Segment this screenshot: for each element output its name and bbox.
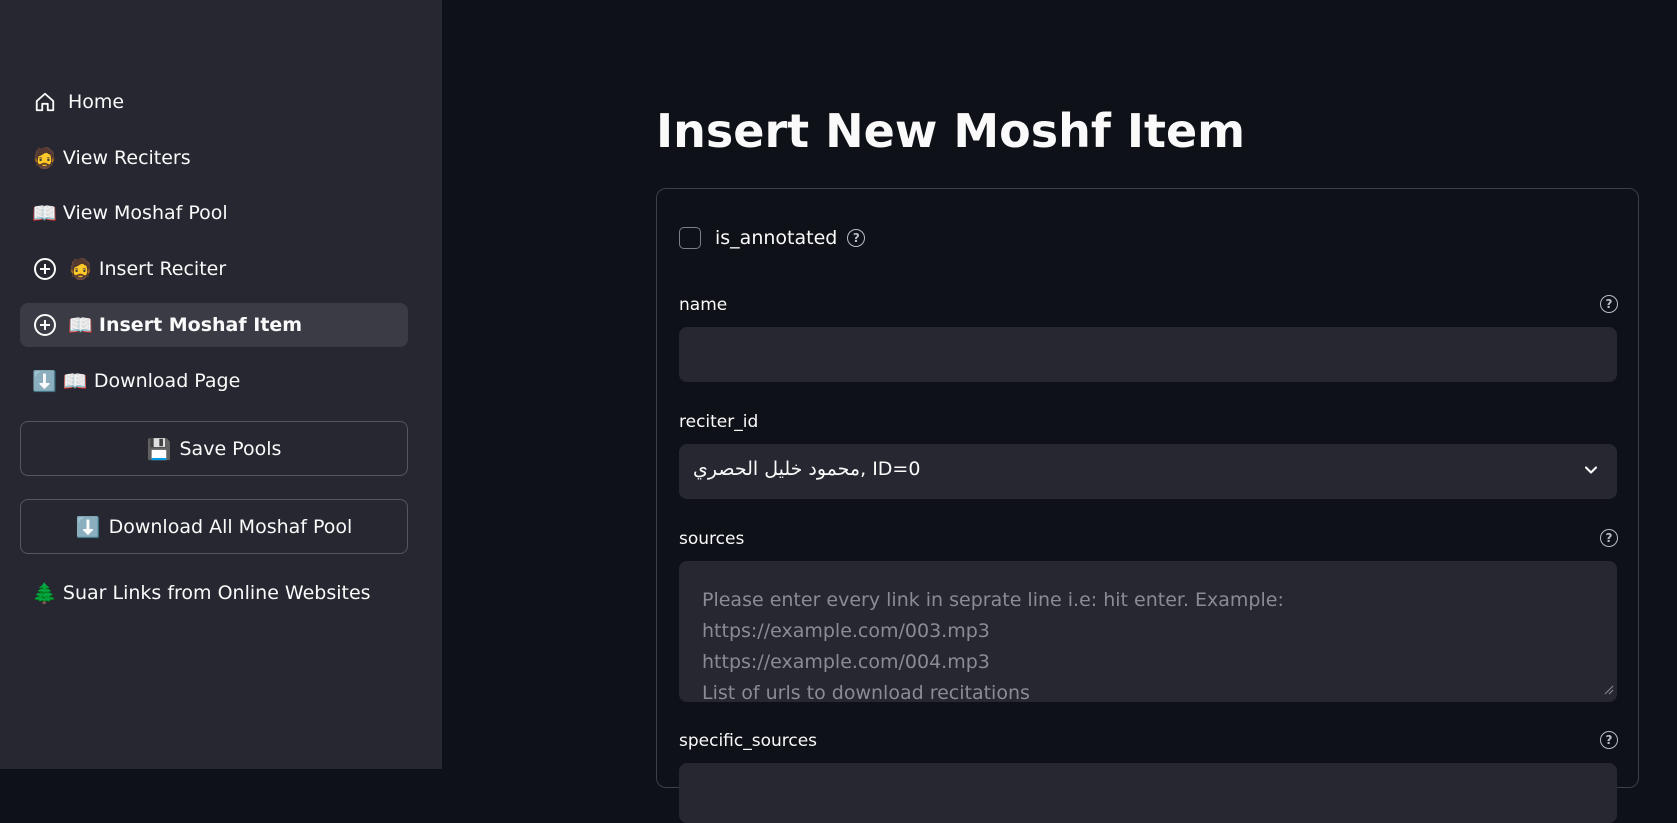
save-pools-label: Save Pools <box>179 437 282 460</box>
reciter-id-value: محمود خليل الحصري, ID=0 <box>693 458 921 480</box>
sidebar-item-label: View Reciters <box>62 147 191 169</box>
sidebar-item-insert-moshaf-item[interactable]: 📖 Insert Moshaf Item <box>20 303 408 347</box>
sidebar: Home 🧔 View Reciters 📖 View Moshaf Pool … <box>0 0 442 769</box>
specific-sources-input[interactable] <box>679 763 1617 823</box>
bearded-person-icon: 🧔 <box>32 146 57 170</box>
down-arrow-icon: ⬇️ <box>75 514 101 539</box>
home-icon <box>32 89 58 115</box>
download-all-label: Download All Moshaf Pool <box>108 515 353 538</box>
save-pools-button[interactable]: 💾 Save Pools <box>20 421 408 476</box>
help-icon[interactable]: ? <box>847 229 866 247</box>
sidebar-item-view-reciters[interactable]: 🧔 View Reciters <box>20 136 408 180</box>
down-arrow-icon: ⬇️ <box>32 369 57 393</box>
sidebar-item-label: Download Page <box>93 370 241 392</box>
plus-circle-icon <box>32 312 58 338</box>
name-label: name <box>679 295 728 315</box>
chevron-down-icon <box>1581 460 1601 484</box>
evergreen-tree-icon: 🌲 <box>32 581 57 605</box>
resize-handle-icon[interactable] <box>1604 680 1614 699</box>
sidebar-item-label: Suar Links from Online Websites <box>62 582 371 604</box>
sidebar-item-home[interactable]: Home <box>20 80 408 124</box>
open-book-icon: 📖 <box>68 313 93 337</box>
is-annotated-row: is_annotated ? <box>679 227 866 249</box>
moshaf-form: is_annotated ? name ? reciter_id محمود خ… <box>656 188 1639 823</box>
open-book-icon: 📖 <box>62 369 88 393</box>
plus-circle-icon <box>32 256 58 282</box>
reciter-id-label: reciter_id <box>679 412 759 432</box>
page-title: Insert New Moshf Item <box>656 104 1246 158</box>
sidebar-item-insert-reciter[interactable]: 🧔 Insert Reciter <box>20 247 408 291</box>
name-input[interactable] <box>679 327 1617 382</box>
help-icon[interactable]: ? <box>1600 295 1618 313</box>
sources-label: sources <box>679 529 745 549</box>
sidebar-item-suar-links[interactable]: 🌲 Suar Links from Online Websites <box>20 571 408 615</box>
sources-textarea[interactable]: Please enter every link in seprate line … <box>679 561 1617 702</box>
sidebar-item-label: View Moshaf Pool <box>62 202 228 224</box>
reciter-id-select[interactable]: محمود خليل الحصري, ID=0 <box>679 444 1617 499</box>
sidebar-item-label: Insert Moshaf Item <box>98 314 303 336</box>
open-book-icon: 📖 <box>32 201 57 225</box>
specific-sources-label: specific_sources <box>679 731 818 751</box>
sidebar-item-download-page[interactable]: ⬇️ 📖 Download Page <box>20 359 408 403</box>
sidebar-item-label: Home <box>68 91 125 113</box>
help-icon[interactable]: ? <box>1600 529 1618 547</box>
sources-placeholder: Please enter every link in seprate line … <box>702 589 1284 702</box>
is-annotated-checkbox[interactable] <box>679 227 701 249</box>
download-all-moshaf-pool-button[interactable]: ⬇️ Download All Moshaf Pool <box>20 499 408 554</box>
sidebar-item-label: Insert Reciter <box>98 258 227 280</box>
sidebar-item-view-moshaf-pool[interactable]: 📖 View Moshaf Pool <box>20 191 408 235</box>
is-annotated-label: is_annotated <box>715 227 838 249</box>
floppy-disk-icon: 💾 <box>146 436 172 461</box>
bearded-person-icon: 🧔 <box>68 257 93 281</box>
help-icon[interactable]: ? <box>1600 731 1618 749</box>
